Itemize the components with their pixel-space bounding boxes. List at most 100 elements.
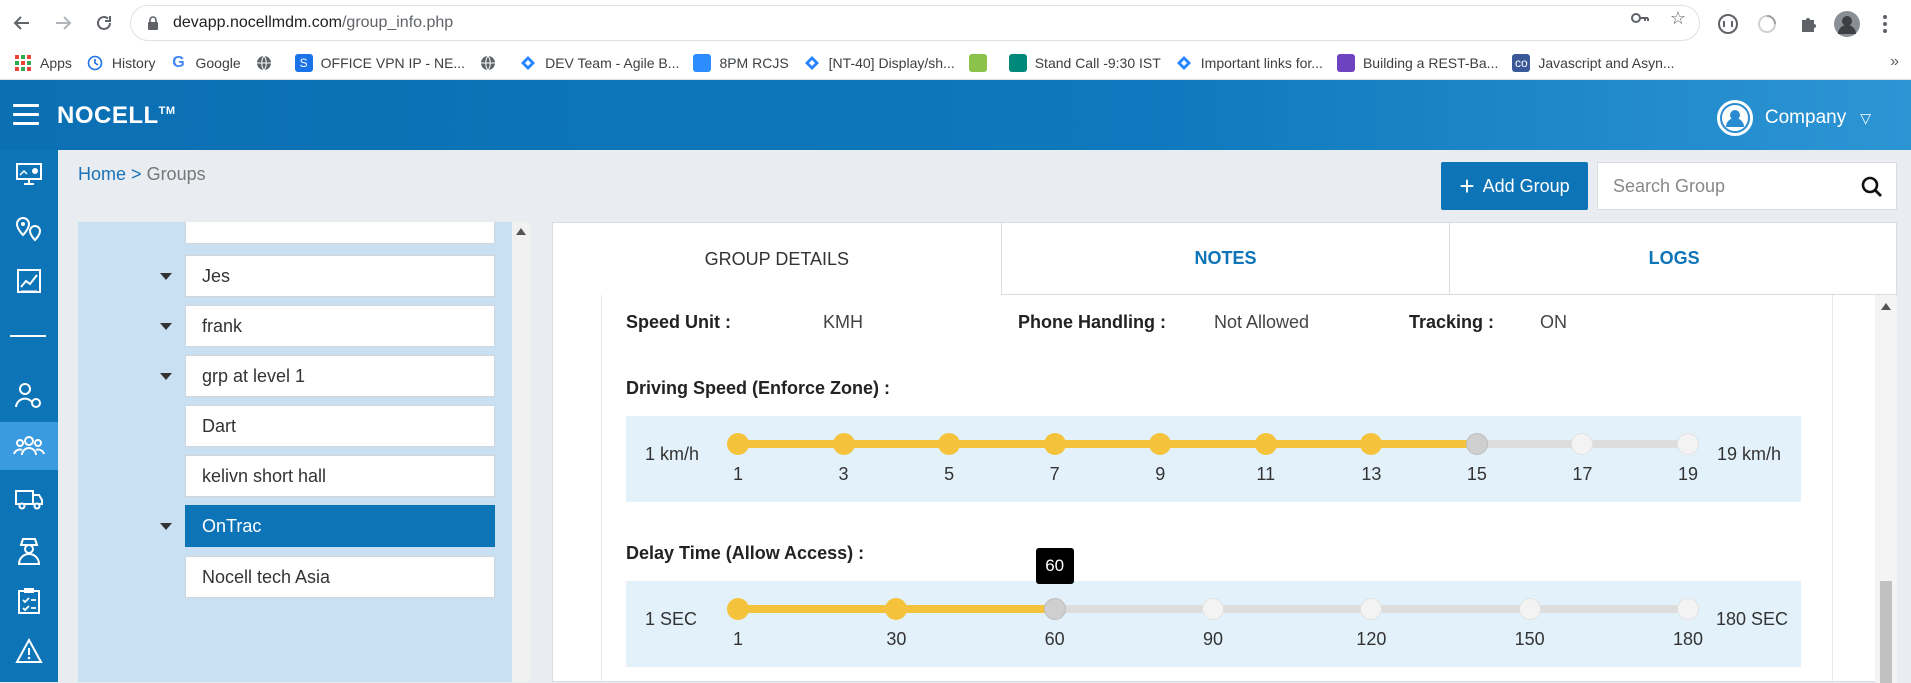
search-group-input[interactable] <box>1613 175 1843 197</box>
spinner-extension-icon[interactable] <box>1754 11 1780 37</box>
delay-time-slider-step[interactable] <box>1518 598 1541 620</box>
bookmark-item[interactable]: History <box>86 54 156 72</box>
phone-handling-label: Phone Handling : <box>1018 312 1166 332</box>
driving-speed-tick-label: 1 <box>732 464 744 484</box>
google-icon: G <box>172 53 185 71</box>
driving-speed-slider-step[interactable] <box>1043 433 1066 455</box>
tree-node[interactable]: frank <box>185 305 495 347</box>
extension-icon[interactable] <box>1715 11 1741 37</box>
caret-down-icon[interactable] <box>160 373 172 380</box>
groups-icon[interactable] <box>0 422 58 470</box>
driving-speed-slider-step[interactable] <box>938 433 961 455</box>
delay-time-title: Delay Time (Allow Access) : <box>626 543 865 563</box>
delay-time-slider-handle[interactable] <box>1043 598 1066 620</box>
s-logo-icon: S <box>294 53 313 72</box>
forward-icon[interactable] <box>49 9 77 37</box>
truck-icon[interactable] <box>0 475 58 523</box>
scroll-up-arrow-icon[interactable] <box>516 228 526 235</box>
bookmark-item[interactable]: Stand Call -9:30 IST <box>1008 53 1161 72</box>
bookmark-item[interactable]: G Google <box>169 54 240 72</box>
bookmark-item[interactable]: DEV Team - Agile B... <box>519 54 679 72</box>
delay-time-min-label: 1 SEC <box>645 609 698 629</box>
driving-speed-slider-handle[interactable] <box>1465 433 1488 455</box>
delay-time-track[interactable] <box>727 598 1699 620</box>
driving-speed-slider-step[interactable] <box>1360 433 1383 455</box>
dashboard-icon[interactable] <box>0 150 58 198</box>
plus-icon: + <box>1459 171 1475 201</box>
tree-node[interactable]: grp at level 1 <box>185 355 495 397</box>
bookmark-item[interactable]: co Javascript and Asyn... <box>1512 53 1675 72</box>
company-menu[interactable]: Company ▽ <box>1716 100 1871 136</box>
detail-scrollbar[interactable] <box>1875 295 1897 683</box>
puzzle-icon[interactable] <box>1796 11 1822 37</box>
scroll-up-arrow-icon[interactable] <box>1881 303 1891 310</box>
driver-icon[interactable] <box>0 527 58 575</box>
driving-speed-track[interactable] <box>727 433 1699 455</box>
bookmark-item[interactable]: 8PM RCJS <box>693 53 789 72</box>
caret-down-icon[interactable] <box>160 523 172 530</box>
menu-dots-icon[interactable] <box>1872 11 1898 37</box>
delay-time-slider-step[interactable] <box>727 598 749 620</box>
back-icon[interactable] <box>8 9 36 37</box>
alert-icon[interactable] <box>0 627 58 675</box>
phone-handling-value: Not Allowed <box>1214 312 1310 332</box>
bookmark-item[interactable]: Important links for... <box>1175 54 1323 72</box>
driving-speed-slider-step[interactable] <box>1254 433 1277 455</box>
bookmarks-more-icon[interactable]: » <box>1890 53 1899 71</box>
globe-icon <box>479 54 497 72</box>
bookmark-label: Stand Call -9:30 IST <box>1034 54 1161 71</box>
scrollbar-thumb[interactable] <box>1880 581 1892 683</box>
bookmark-label: History <box>111 54 156 71</box>
delay-time-slider-step[interactable] <box>885 598 908 620</box>
tree-node[interactable]: Nocell tech Asia <box>185 556 495 598</box>
address-bar[interactable]: devapp.nocellmdm.com/group_info.php <box>130 5 1700 41</box>
tree-node[interactable] <box>185 222 495 244</box>
bookmark-label: Building a REST-Ba... <box>1362 54 1499 71</box>
reports-icon[interactable] <box>0 257 58 305</box>
add-group-button[interactable]: + Add Group <box>1441 162 1588 210</box>
bookmark-label: Apps <box>40 54 72 71</box>
caret-down-icon[interactable] <box>160 273 172 280</box>
driving-speed-slider-step[interactable] <box>832 433 855 455</box>
tracking-label: Tracking : <box>1409 312 1495 332</box>
delay-time-slider-step[interactable] <box>1360 598 1383 620</box>
tree-scrollbar[interactable] <box>512 222 530 682</box>
bookmark-item[interactable]: Apps <box>14 54 72 72</box>
bookmark-item[interactable] <box>968 53 995 72</box>
bookmark-item[interactable]: S OFFICE VPN IP - NE... <box>294 53 465 72</box>
app-header: NOCELLTM Company ▽ <box>0 80 1911 150</box>
bookmark-item[interactable] <box>255 54 281 72</box>
bookmark-item[interactable]: Building a REST-Ba... <box>1336 53 1499 72</box>
search-icon[interactable] <box>1860 175 1884 199</box>
tab-notes[interactable]: NOTES <box>1000 223 1450 295</box>
caret-down-icon[interactable] <box>160 323 172 330</box>
bookmark-item[interactable] <box>479 54 505 72</box>
checklist-icon[interactable] <box>0 577 58 625</box>
driving-speed-slider-step[interactable] <box>1677 433 1699 455</box>
profile-avatar-icon[interactable] <box>1834 11 1860 37</box>
star-icon[interactable]: ☆ <box>1668 8 1688 28</box>
locations-icon[interactable] <box>0 206 58 254</box>
zoom-icon <box>693 53 712 72</box>
jira-icon <box>519 54 537 72</box>
driving-speed-tick-label: 11 <box>1256 464 1276 484</box>
driving-speed-slider-step[interactable] <box>1571 433 1594 455</box>
tab-logs[interactable]: LOGS <box>1449 223 1899 295</box>
delay-time-slider-step[interactable] <box>1677 598 1699 620</box>
breadcrumb-home-link[interactable]: Home <box>78 164 126 184</box>
tree-node[interactable]: Jes <box>185 255 495 297</box>
hamburger-menu-icon[interactable] <box>13 104 39 126</box>
tree-node[interactable]: kelivn short hall <box>185 455 495 497</box>
search-group-box <box>1597 162 1897 210</box>
key-icon[interactable] <box>1630 8 1650 28</box>
tree-node[interactable]: Dart <box>185 405 495 447</box>
tab-group-details[interactable]: GROUP DETAILS <box>553 223 1001 295</box>
reload-icon[interactable] <box>90 9 118 37</box>
driving-speed-slider-step[interactable] <box>1149 433 1172 455</box>
bookmark-item[interactable]: [NT-40] Display/sh... <box>803 54 955 72</box>
user-avatar-icon <box>1716 100 1753 136</box>
delay-time-slider-step[interactable] <box>1202 598 1224 620</box>
tree-node[interactable]: OnTrac <box>185 505 495 547</box>
driving-speed-slider-step[interactable] <box>727 433 749 455</box>
user-settings-icon[interactable] <box>0 372 58 420</box>
